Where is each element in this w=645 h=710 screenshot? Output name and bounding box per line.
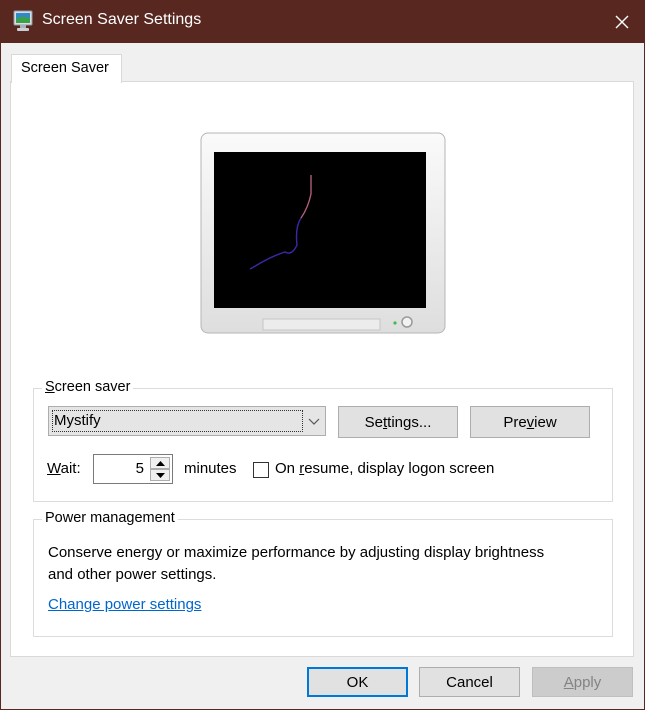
- screen-saver-select[interactable]: Mystify: [48, 406, 326, 436]
- screen-saver-selected: Mystify: [54, 412, 101, 429]
- power-management-label: Power management: [42, 510, 178, 526]
- settings-button[interactable]: Se t tings...: [338, 406, 458, 438]
- dialog-body: Screen Saver Screen saver Mystify Se t t…: [1, 43, 644, 709]
- screen-saver-group-label: Screen saver: [42, 379, 134, 395]
- title-bar: Screen Saver Settings: [0, 0, 645, 43]
- chevron-down-icon: [308, 418, 320, 425]
- window-title: Screen Saver Settings: [42, 11, 202, 28]
- change-power-settings-link[interactable]: Change power settings: [48, 596, 201, 613]
- close-button[interactable]: [599, 0, 645, 43]
- wait-value: 5: [135, 460, 144, 477]
- preview-screen: [214, 152, 426, 308]
- power-description: Conserve energy or maximize performance …: [48, 544, 545, 583]
- wait-minutes-input[interactable]: 5: [93, 454, 173, 484]
- spin-down-button[interactable]: [150, 469, 170, 481]
- monitor-preview: [200, 132, 446, 334]
- tab-panel: Screen saver Mystify Se t tings... Pre v iew…: [10, 81, 634, 657]
- power-management-group: Power management Conserve energy or maxi…: [33, 510, 613, 637]
- close-icon: [615, 15, 629, 28]
- screen-saver-monitor-icon: [13, 10, 33, 31]
- screen-saver-group: Screen saver Mystify Se t tings... Pre v iew…: [33, 379, 613, 502]
- on-resume-label[interactable]: On resume, display logon screen: [275, 460, 494, 477]
- minutes-label: minutes: [184, 460, 237, 477]
- tab-screen-saver[interactable]: Screen Saver: [11, 54, 122, 83]
- wait-label: Wait:: [47, 460, 81, 477]
- arrow-up-icon: [155, 460, 165, 466]
- preview-button[interactable]: Pre v iew: [470, 406, 590, 438]
- on-resume-checkbox[interactable]: [253, 462, 269, 478]
- arrow-down-icon: [155, 472, 165, 478]
- spin-up-button[interactable]: [150, 457, 170, 469]
- ok-button[interactable]: OK: [307, 667, 408, 697]
- cancel-button[interactable]: Cancel: [419, 667, 520, 697]
- apply-button[interactable]: Apply: [532, 667, 633, 697]
- tab-label: Screen Saver: [21, 60, 109, 76]
